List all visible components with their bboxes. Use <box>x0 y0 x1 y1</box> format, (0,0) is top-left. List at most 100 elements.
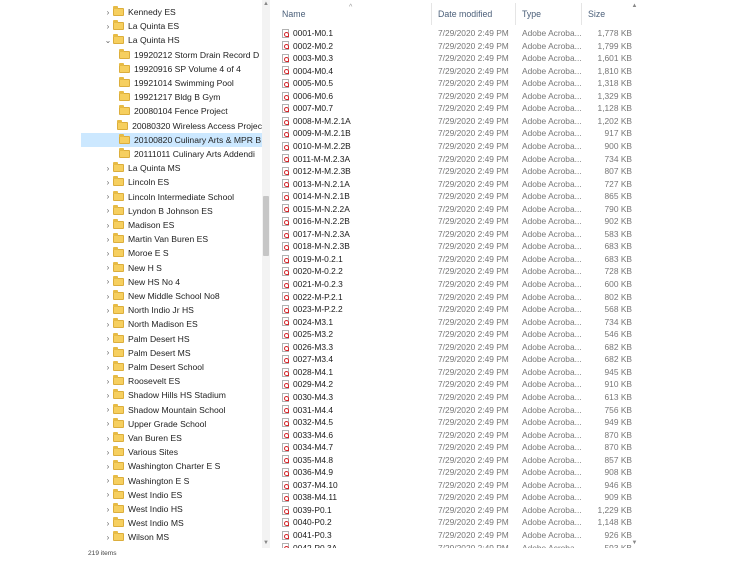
nav-tree-item[interactable]: › Washington Charter E S <box>81 459 262 473</box>
chevron-right-icon[interactable]: › <box>103 434 113 443</box>
chevron-right-icon[interactable]: › <box>103 221 113 230</box>
file-row[interactable]: 0020-M-0.2.2 7/29/2020 2:49 PM Adobe Acrob… <box>276 265 638 278</box>
nav-tree-item[interactable]: › Martin Van Buren ES <box>81 232 262 246</box>
chevron-right-icon[interactable]: › <box>103 292 113 301</box>
file-row[interactable]: 0038-M4.11 7/29/2020 2:49 PM Adobe Acroba.… <box>276 491 638 504</box>
nav-tree-item[interactable]: 20111011 Culinary Arts Addendi <box>81 147 262 161</box>
file-row[interactable]: 0014-M-N.2.1B 7/29/2020 2:49 PM Adobe Acro… <box>276 190 638 203</box>
chevron-right-icon[interactable]: › <box>103 22 113 31</box>
file-row[interactable]: 0022-M-P.2.1 7/29/2020 2:49 PM Adobe Acrob… <box>276 291 638 304</box>
chevron-right-icon[interactable]: › <box>103 263 113 272</box>
file-row[interactable]: 0002-M0.2 7/29/2020 2:49 PM Adobe Acroba..… <box>276 40 638 53</box>
nav-tree-item[interactable]: › Washington E S <box>81 474 262 488</box>
nav-tree-item[interactable]: › Wilson MS <box>81 530 262 544</box>
nav-tree-item[interactable]: › Kennedy ES <box>81 5 262 19</box>
file-row[interactable]: 0007-M0.7 7/29/2020 2:49 PM Adobe Acroba..… <box>276 102 638 115</box>
chevron-right-icon[interactable]: › <box>103 235 113 244</box>
chevron-right-icon[interactable]: › <box>103 476 113 485</box>
scroll-up-arrow-icon[interactable]: ▲ <box>630 2 639 11</box>
file-row[interactable]: 0003-M0.3 7/29/2020 2:49 PM Adobe Acroba..… <box>276 52 638 65</box>
file-row[interactable]: 0021-M-0.2.3 7/29/2020 2:49 PM Adobe Acrob… <box>276 278 638 291</box>
nav-tree-item[interactable]: 19920212 Storm Drain Record D <box>81 48 262 62</box>
nav-tree-item[interactable]: › West Indio ES <box>81 488 262 502</box>
file-row[interactable]: 0037-M4.10 7/29/2020 2:49 PM Adobe Acroba.… <box>276 479 638 492</box>
chevron-right-icon[interactable]: › <box>103 490 113 499</box>
file-row[interactable]: 0016-M-N.2.2B 7/29/2020 2:49 PM Adobe Acro… <box>276 215 638 228</box>
file-row[interactable]: 0026-M3.3 7/29/2020 2:49 PM Adobe Acroba..… <box>276 341 638 354</box>
column-header-name[interactable]: Name ^ <box>276 3 432 25</box>
chevron-right-icon[interactable]: › <box>103 377 113 386</box>
chevron-right-icon[interactable]: › <box>103 192 113 201</box>
file-row[interactable]: 0029-M4.2 7/29/2020 2:49 PM Adobe Acroba..… <box>276 378 638 391</box>
file-row[interactable]: 0036-M4.9 7/29/2020 2:49 PM Adobe Acroba..… <box>276 466 638 479</box>
nav-tree-item[interactable]: 20100820 Culinary Arts & MPR B <box>81 132 262 147</box>
nav-tree-item[interactable]: › Van Buren ES <box>81 431 262 445</box>
file-row[interactable]: 0018-M-N.2.3B 7/29/2020 2:49 PM Adobe Acro… <box>276 240 638 253</box>
column-header-date[interactable]: Date modified <box>432 3 516 25</box>
nav-tree-item[interactable]: 19921217 Bldg B Gym <box>81 90 262 104</box>
nav-tree-item[interactable]: › New H S <box>81 261 262 275</box>
chevron-right-icon[interactable]: › <box>103 348 113 357</box>
chevron-right-icon[interactable]: › <box>103 462 113 471</box>
file-row[interactable]: 0025-M3.2 7/29/2020 2:49 PM Adobe Acroba..… <box>276 328 638 341</box>
file-row[interactable]: 0008-M-M.2.1A 7/29/2020 2:49 PM Adobe Acro… <box>276 115 638 128</box>
nav-tree-item[interactable]: › La Quinta ES <box>81 19 262 33</box>
navigation-scrollbar[interactable]: ▲ ▼ <box>262 0 270 548</box>
file-row[interactable]: 0040-P0.2 7/29/2020 2:49 PM Adobe Acroba..… <box>276 516 638 529</box>
nav-tree-item[interactable]: › Various Sites <box>81 445 262 459</box>
chevron-down-icon[interactable]: ⌄ <box>103 36 113 45</box>
nav-tree-item[interactable]: › Palm Desert MS <box>81 346 262 360</box>
file-list-scrollbar[interactable]: ▲ ▼ <box>630 0 639 548</box>
file-row[interactable]: 0012-M-M.2.3B 7/29/2020 2:49 PM Adobe Acro… <box>276 165 638 178</box>
nav-tree-item[interactable]: 19921014 Swimming Pool <box>81 76 262 90</box>
nav-tree-item[interactable]: › West Indio MS <box>81 516 262 530</box>
chevron-right-icon[interactable]: › <box>103 8 113 17</box>
file-row[interactable]: 0032-M4.5 7/29/2020 2:49 PM Adobe Acroba..… <box>276 416 638 429</box>
file-row[interactable]: 0019-M-0.2.1 7/29/2020 2:49 PM Adobe Acrob… <box>276 253 638 266</box>
chevron-right-icon[interactable]: › <box>103 505 113 514</box>
file-row[interactable]: 0030-M4.3 7/29/2020 2:49 PM Adobe Acroba..… <box>276 391 638 404</box>
file-row[interactable]: 0013-M-N.2.1A 7/29/2020 2:49 PM Adobe Acro… <box>276 178 638 191</box>
file-row[interactable]: 0039-P0.1 7/29/2020 2:49 PM Adobe Acroba..… <box>276 504 638 517</box>
file-row[interactable]: 0005-M0.5 7/29/2020 2:49 PM Adobe Acroba..… <box>276 77 638 90</box>
nav-tree-item[interactable]: › Shadow Hills HS Stadium <box>81 388 262 402</box>
nav-tree-item[interactable]: › Upper Grade School <box>81 417 262 431</box>
nav-tree-item[interactable]: › Lincoln ES <box>81 175 262 189</box>
nav-tree-item[interactable]: › Lincoln Intermediate School <box>81 190 262 204</box>
chevron-right-icon[interactable]: › <box>103 249 113 258</box>
file-row[interactable]: 0023-M-P.2.2 7/29/2020 2:49 PM Adobe Acrob… <box>276 303 638 316</box>
chevron-right-icon[interactable]: › <box>103 405 113 414</box>
nav-tree-item[interactable]: › Roosevelt ES <box>81 374 262 388</box>
chevron-right-icon[interactable]: › <box>103 519 113 528</box>
file-row[interactable]: 0042-P0.3A 7/29/2020 2:49 PM Adobe Acroba.… <box>276 542 638 548</box>
chevron-right-icon[interactable]: › <box>103 391 113 400</box>
file-row[interactable]: 0027-M3.4 7/29/2020 2:49 PM Adobe Acroba..… <box>276 353 638 366</box>
file-row[interactable]: 0033-M4.6 7/29/2020 2:49 PM Adobe Acroba..… <box>276 429 638 442</box>
file-row[interactable]: 0024-M3.1 7/29/2020 2:49 PM Adobe Acroba..… <box>276 316 638 329</box>
chevron-right-icon[interactable]: › <box>103 178 113 187</box>
chevron-right-icon[interactable]: › <box>103 363 113 372</box>
file-row[interactable]: 0034-M4.7 7/29/2020 2:49 PM Adobe Acroba..… <box>276 441 638 454</box>
file-row[interactable]: 0010-M-M.2.2B 7/29/2020 2:49 PM Adobe Acro… <box>276 140 638 153</box>
file-row[interactable]: 0001-M0.1 7/29/2020 2:49 PM Adobe Acroba..… <box>276 27 638 40</box>
file-row[interactable]: 0031-M4.4 7/29/2020 2:49 PM Adobe Acroba..… <box>276 404 638 417</box>
file-row[interactable]: 0035-M4.8 7/29/2020 2:49 PM Adobe Acroba..… <box>276 454 638 467</box>
nav-tree-item[interactable]: 20080104 Fence Project <box>81 104 262 118</box>
chevron-right-icon[interactable]: › <box>103 164 113 173</box>
scroll-up-arrow-icon[interactable]: ▲ <box>262 0 270 9</box>
nav-tree-item[interactable]: › Palm Desert School <box>81 360 262 374</box>
nav-tree-item[interactable]: › Lyndon B Johnson ES <box>81 204 262 218</box>
nav-tree-item[interactable]: › New Middle School No8 <box>81 289 262 303</box>
nav-tree-item[interactable]: › Palm Desert HS <box>81 332 262 346</box>
chevron-right-icon[interactable]: › <box>103 448 113 457</box>
navigation-scroll-thumb[interactable] <box>263 196 269 256</box>
file-row[interactable]: 0004-M0.4 7/29/2020 2:49 PM Adobe Acroba..… <box>276 65 638 78</box>
chevron-right-icon[interactable]: › <box>103 419 113 428</box>
nav-tree-item[interactable]: › Shadow Mountain School <box>81 403 262 417</box>
file-row[interactable]: 0015-M-N.2.2A 7/29/2020 2:49 PM Adobe Acro… <box>276 203 638 216</box>
nav-tree-item[interactable]: › West Indio HS <box>81 502 262 516</box>
nav-tree-item[interactable]: › La Quinta MS <box>81 161 262 175</box>
nav-tree-item[interactable]: › Moroe E S <box>81 246 262 260</box>
file-row[interactable]: 0028-M4.1 7/29/2020 2:49 PM Adobe Acroba..… <box>276 366 638 379</box>
nav-tree-item[interactable]: 20080320 Wireless Access Projec <box>81 119 262 133</box>
